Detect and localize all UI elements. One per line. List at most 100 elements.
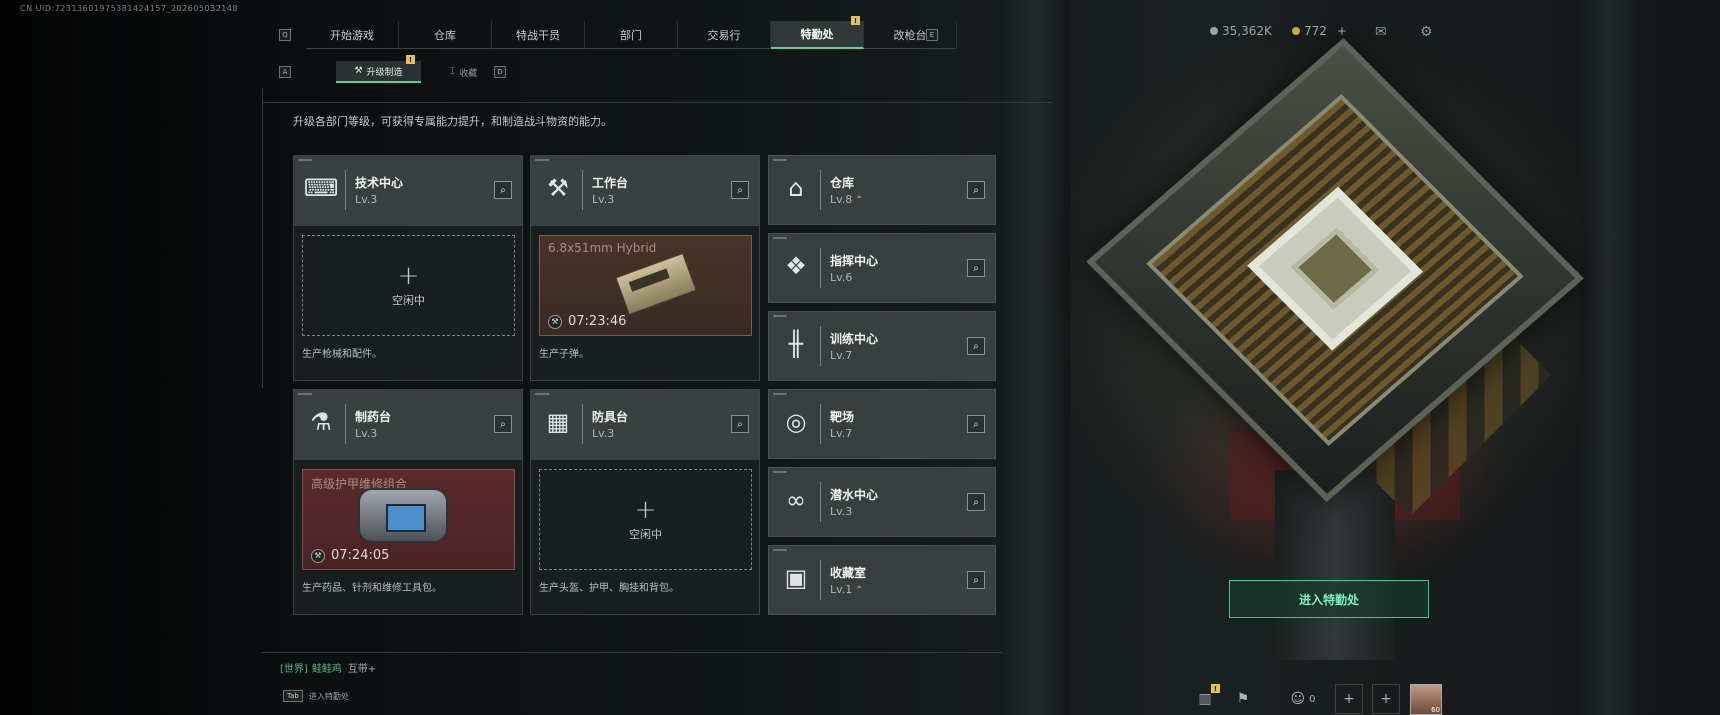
wrench-icon: ⚒: [354, 66, 363, 76]
plus-icon: +: [634, 494, 657, 525]
armor-bench-icon: ▦: [546, 408, 570, 436]
card-description: 生产头盔、护甲、胸挂和背包。: [539, 583, 679, 594]
production-slot-empty[interactable]: + 空闲中: [539, 469, 752, 570]
production-slot-active[interactable]: 高级护甲维修组合 ⚒ 07:24:05: [302, 469, 515, 570]
search-icon[interactable]: ⌕: [967, 259, 985, 277]
tab-hint[interactable]: Tab 进入特勤处: [283, 690, 349, 702]
divider: [262, 88, 263, 388]
dept-card-warehouse[interactable]: ⌂ 仓库 Lv.8 ⌃ ⌕: [768, 155, 996, 225]
search-icon[interactable]: ⌕: [731, 415, 749, 433]
production-timer: ⚒ 07:24:05: [311, 548, 389, 563]
card-title: 技术中心: [355, 176, 404, 190]
mail-icon[interactable]: ✉: [1375, 24, 1387, 40]
card-tag: [773, 549, 787, 551]
avatar[interactable]: 60: [1410, 684, 1442, 715]
search-icon[interactable]: ⌕: [494, 415, 512, 433]
card-tag: [773, 393, 787, 395]
card-separator: [820, 404, 821, 444]
dept-card-diving-center[interactable]: ∞ 潜水中心 Lv.3 ⌕: [768, 467, 996, 537]
dept-card-training-center[interactable]: ╫ 训练中心 Lv.7 ⌕: [768, 311, 996, 381]
ammo-box-image: [615, 252, 697, 316]
chat-sender[interactable]: 鲑鲑鸡: [312, 664, 342, 675]
add-slot-button[interactable]: +: [1335, 684, 1363, 714]
search-icon[interactable]: ⌕: [967, 337, 985, 355]
settings-icon[interactable]: ⚙: [1420, 24, 1433, 40]
slot-status: 空闲中: [392, 293, 425, 307]
card-tag: [773, 237, 787, 239]
card-header: ⚗ 制药台 Lv.3 ⌕: [294, 390, 522, 460]
alert-badge: !: [1211, 684, 1220, 693]
subtab-next-key[interactable]: D: [494, 66, 506, 78]
cube-frame: [1086, 37, 1584, 503]
enter-special-ops-button[interactable]: 进入特勤处: [1229, 580, 1429, 618]
friends-button[interactable]: ☺ 0: [1278, 684, 1328, 714]
tab-special-ops[interactable]: 特勤处 !: [771, 16, 864, 49]
premium-coin-icon: [1292, 27, 1300, 35]
dept-card-shooting-range[interactable]: ◎ 靶场 Lv.7 ⌕: [768, 389, 996, 459]
search-icon[interactable]: ⌕: [967, 415, 985, 433]
wrench-icon: ⚒: [311, 548, 325, 563]
search-icon[interactable]: ⌕: [967, 181, 985, 199]
card-tag: [773, 471, 787, 473]
card-level: Lv.3: [355, 193, 378, 206]
card-title: 仓库: [830, 176, 855, 190]
card-level: Lv.7: [830, 427, 853, 440]
tab-hint-label: 进入特勤处: [308, 691, 349, 701]
alert-badge: !: [851, 16, 860, 25]
currency-coins[interactable]: 35,362K: [1210, 24, 1272, 38]
dept-card-pharmacy[interactable]: ⚗ 制药台 Lv.3 ⌕ 高级护甲维修组合 ⚒ 07:24:05 生产药品、针剂…: [293, 389, 523, 615]
search-icon[interactable]: ⌕: [494, 181, 512, 199]
search-icon[interactable]: ⌕: [731, 181, 749, 199]
card-level: Lv.8 ⌃: [830, 193, 864, 206]
card-separator: [820, 326, 821, 366]
dept-card-workbench[interactable]: ⚒ 工作台 Lv.3 ⌕ 6.8x51mm Hybrid ⚒ 07:23:46 …: [530, 155, 760, 381]
search-icon[interactable]: ⌕: [967, 493, 985, 511]
card-separator: [582, 170, 583, 210]
card-tag: [773, 315, 787, 317]
page-description: 升级各部门等级，可获得专属能力提升，和制造战斗物资的能力。: [293, 115, 612, 128]
subtab-upgrade-craft[interactable]: ⚒ 升级制造 !: [336, 55, 421, 83]
currency-premium[interactable]: 772 +: [1292, 24, 1347, 38]
tab-department[interactable]: 部门: [585, 21, 678, 49]
card-separator: [345, 170, 346, 210]
production-slot-active[interactable]: 6.8x51mm Hybrid ⚒ 07:23:46: [539, 235, 752, 336]
dept-card-tech-center[interactable]: ⌨ 技术中心 Lv.3 ⌕ + 空闲中 生产枪械和配件。: [293, 155, 523, 381]
repair-kit-image: [358, 488, 448, 543]
card-title: 潜水中心: [830, 488, 879, 502]
tab-prev-key[interactable]: Q: [279, 29, 291, 41]
background-pillar: [1000, 0, 1070, 715]
upgrade-available-icon: ⌃: [855, 195, 864, 206]
dept-card-command-center[interactable]: ❖ 指挥中心 Lv.6 ⌕: [768, 233, 996, 303]
card-tag: [535, 159, 549, 161]
stats-icon[interactable]: ▥ !: [1190, 684, 1220, 714]
cube-core: [1247, 186, 1423, 351]
card-header: ▦ 防具台 Lv.3 ⌕: [531, 390, 759, 460]
dept-card-collection-room[interactable]: ▣ 收藏室 Lv.1 ⌃ ⌕: [768, 545, 996, 615]
currency-premium-value: 772: [1304, 24, 1327, 38]
add-slot-button[interactable]: +: [1372, 684, 1400, 714]
chat-line[interactable]: [世界] 鲑鲑鸡 互带+: [280, 660, 376, 675]
flag-icon[interactable]: ⚑: [1228, 684, 1258, 714]
background-pillar: [1580, 0, 1640, 715]
card-tag: [298, 393, 312, 395]
production-slot-empty[interactable]: + 空闲中: [302, 235, 515, 336]
tab-warehouse[interactable]: 仓库: [399, 21, 492, 49]
add-currency-button[interactable]: +: [1337, 24, 1347, 38]
production-timer: ⚒ 07:23:46: [548, 314, 626, 329]
tab-gunsmith[interactable]: 改枪台: [864, 21, 957, 49]
tab-next-key[interactable]: E: [926, 29, 938, 41]
timer-value: 07:23:46: [568, 314, 627, 329]
diving-mask-icon: ∞: [786, 486, 806, 514]
dumbbell-icon: ╫: [788, 330, 804, 358]
tab-start-game[interactable]: 开始游戏: [306, 21, 399, 49]
search-icon[interactable]: ⌕: [967, 571, 985, 589]
card-title: 工作台: [592, 176, 629, 190]
card-description: 生产子弹。: [539, 349, 589, 360]
card-separator: [582, 404, 583, 444]
card-description: 生产枪械和配件。: [302, 349, 382, 360]
subtab-prev-key[interactable]: A: [279, 66, 291, 78]
avatar-level: 60: [1431, 706, 1440, 714]
dept-card-armor-bench[interactable]: ▦ 防具台 Lv.3 ⌕ + 空闲中 生产头盔、护甲、胸挂和背包。: [530, 389, 760, 615]
tab-trading[interactable]: 交易行: [678, 21, 771, 49]
tab-operators[interactable]: 特战干员: [492, 21, 585, 49]
